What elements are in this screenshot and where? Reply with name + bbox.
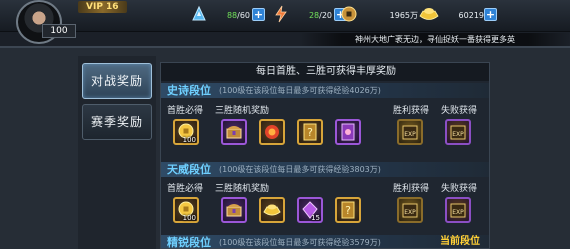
question-card-icon: ? <box>341 201 355 219</box>
gold-stat: 60219 + <box>418 8 500 22</box>
win-label: 胜利获得 <box>393 184 430 194</box>
tier-header-epic: 史诗段位 (100级在该段位每日最多可获得经验4026万) <box>161 83 489 98</box>
energy-max: /20 <box>319 11 332 20</box>
tier-header-heavenly: 天威段位 (100级在该段位每日最多可获得经验3803万) <box>161 162 489 177</box>
svg-text:?: ? <box>307 126 313 139</box>
tier-name: 天威段位 <box>167 163 211 176</box>
stamina-max: /60 <box>237 11 250 20</box>
tab-season-rewards[interactable]: 赛季奖励 <box>82 104 152 140</box>
tier-note: (100级在该段位每日最多可获得经验4026万) <box>219 86 381 95</box>
reward-item-exp-win[interactable]: EXP <box>397 119 423 145</box>
tier-note: (100级在该段位每日最多可获得经验3803万) <box>219 165 381 174</box>
reward-item-purple-gem[interactable]: 15 <box>297 197 323 223</box>
exp-lose-text: EXP <box>452 209 464 216</box>
reward-item-chest[interactable] <box>221 197 247 223</box>
tab-battle-rewards[interactable]: 对战奖励 <box>82 63 152 99</box>
energy-icon <box>275 5 287 23</box>
reward-item-exp-win[interactable]: EXP <box>397 197 423 223</box>
reward-item-gold-coin[interactable]: 100 <box>173 197 199 223</box>
current-tier-label: 当前段位 <box>440 236 480 247</box>
copper-coin-icon <box>341 6 357 22</box>
exp-scroll-icon: EXP <box>402 125 418 140</box>
exp-win-text: EXP <box>404 131 416 138</box>
energy-current: 28 <box>308 11 320 20</box>
svg-text:?: ? <box>345 204 351 217</box>
fire-orb-icon <box>265 125 279 139</box>
reward-item-skill-book[interactable] <box>335 119 361 145</box>
player-avatar-area[interactable]: 100 <box>0 0 78 46</box>
right-margin <box>490 62 570 249</box>
copper-stat: 1965万 <box>340 6 420 22</box>
reward-list-panel[interactable]: 每日首胜、三胜可获得丰厚奖励 史诗段位 (100级在该段位每日最多可获得经验40… <box>160 62 490 249</box>
tier-name: 精锐段位 <box>167 236 211 249</box>
item-count: 100 <box>182 136 196 144</box>
stamina-stat: 88/60 + <box>190 5 265 22</box>
first-win-label: 首胜必得 <box>167 184 204 194</box>
first-win-label: 首胜必得 <box>167 106 204 116</box>
tier-name: 史诗段位 <box>167 84 211 97</box>
book-icon <box>341 123 355 141</box>
reward-item-exp-lose[interactable]: EXP <box>445 119 471 145</box>
gold-value: 60219 <box>458 11 484 20</box>
add-stamina-button[interactable]: + <box>252 8 265 21</box>
gold-ingot-icon <box>419 8 439 20</box>
gold-ingot-icon <box>263 204 281 216</box>
exp-scroll-icon: EXP <box>450 125 466 140</box>
announcement-ticker: 神州大地广袤无边，寻仙捉妖一番获得更多英 <box>300 33 570 46</box>
stamina-icon <box>192 5 206 21</box>
exp-scroll-icon: EXP <box>450 203 466 218</box>
tier-note: (100级在该段位每日最多可获得经验3579万) <box>219 238 381 247</box>
reward-item-gold-ingot[interactable] <box>259 197 285 223</box>
three-win-label: 三胜随机奖励 <box>215 106 270 116</box>
energy-stat: 28/20 + <box>272 5 347 23</box>
copper-value: 1965万 <box>389 11 418 20</box>
item-count: 15 <box>311 214 320 222</box>
three-win-label: 三胜随机奖励 <box>215 184 270 194</box>
win-label: 胜利获得 <box>393 106 430 116</box>
stamina-current: 88 <box>226 11 238 20</box>
reward-item-mystery-card[interactable]: ? <box>297 119 323 145</box>
lose-label: 失败获得 <box>441 184 478 194</box>
question-card-icon: ? <box>303 123 317 141</box>
item-count: 100 <box>182 214 196 222</box>
reward-item-exp-lose[interactable]: EXP <box>445 197 471 223</box>
player-level: 100 <box>42 24 76 38</box>
reward-item-chest[interactable] <box>221 119 247 145</box>
reward-item-gold-coin[interactable]: 100 <box>173 119 199 145</box>
lose-label: 失败获得 <box>441 106 478 116</box>
exp-win-text: EXP <box>404 209 416 216</box>
exp-lose-text: EXP <box>452 131 464 138</box>
reward-item-mystery-card[interactable]: ? <box>335 197 361 223</box>
add-gold-button[interactable]: + <box>484 8 497 21</box>
chest-icon <box>226 126 242 139</box>
chest-icon <box>226 204 242 217</box>
reward-item-fire-orb[interactable] <box>259 119 285 145</box>
reward-header: 每日首胜、三胜可获得丰厚奖励 <box>161 63 489 81</box>
vip-badge[interactable]: VIP 16 <box>78 1 127 13</box>
exp-scroll-icon: EXP <box>402 203 418 218</box>
